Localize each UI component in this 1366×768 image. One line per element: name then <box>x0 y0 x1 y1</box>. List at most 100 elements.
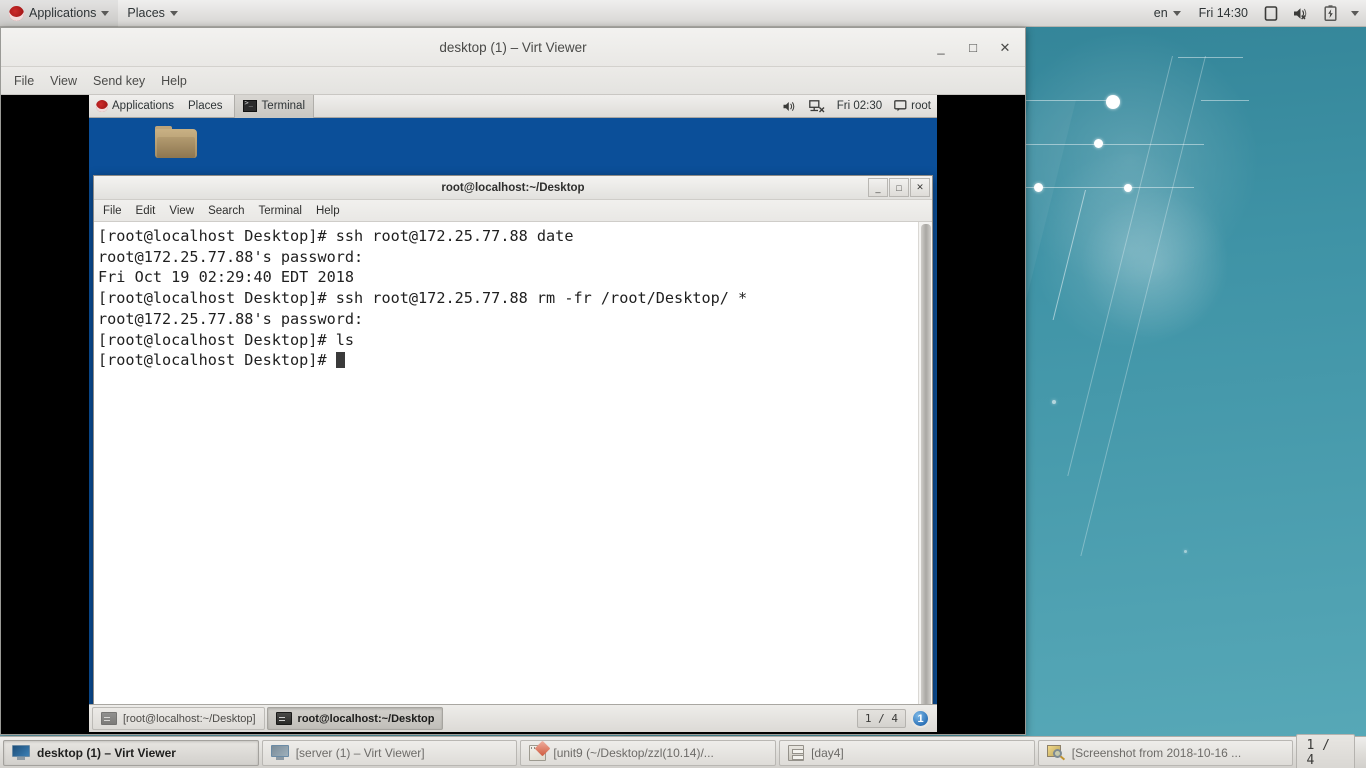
wallpaper-node-2 <box>1094 139 1103 148</box>
terminal-line: root@172.25.77.88's password: <box>98 309 364 328</box>
menu-file[interactable]: File <box>6 71 42 91</box>
host-panel-tray: en Fri 14:30 <box>1145 0 1366 27</box>
guest-task-1[interactable]: root@localhost:~/Desktop <box>266 707 444 730</box>
archive-icon <box>788 744 805 761</box>
guest-places-menu[interactable]: Places <box>181 95 230 118</box>
applications-menu[interactable]: Applications <box>0 0 119 27</box>
menu-view[interactable]: View <box>42 71 85 91</box>
places-menu[interactable]: Places <box>118 0 187 27</box>
menu-send-key[interactable]: Send key <box>85 71 153 91</box>
guest-notification-badge[interactable]: 1 <box>911 709 930 728</box>
virt-viewer-menubar: File View Send key Help <box>1 67 1025 95</box>
terminal-icon <box>101 712 117 725</box>
maximize-button[interactable]: □ <box>959 34 987 62</box>
chevron-down-icon <box>169 10 178 16</box>
chevron-down-icon <box>1172 10 1181 16</box>
host-taskbar: desktop (1) – Virt Viewer [server (1) – … <box>0 733 1366 768</box>
minimize-button[interactable]: _ <box>927 34 955 62</box>
terminal-line: [root@localhost Desktop]# ls <box>98 330 355 349</box>
guest-panel-tray: Fri 02:30 root <box>776 95 937 118</box>
guest-top-panel: Applications Places Terminal <box>89 95 937 118</box>
terminal-menu-terminal[interactable]: Terminal <box>252 203 309 219</box>
terminal-title: root@localhost:~/Desktop <box>441 181 585 194</box>
guest-clock[interactable]: Fri 02:30 <box>831 95 888 118</box>
host-workspace-indicator[interactable]: 1 / 4 <box>1296 733 1356 768</box>
terminal-menu-search[interactable]: Search <box>201 203 251 219</box>
terminal-window-controls: _ □ ✕ <box>868 178 930 197</box>
terminal-scrollbar-thumb[interactable] <box>921 224 931 726</box>
virt-viewer-title: desktop (1) – Virt Viewer <box>439 39 587 55</box>
monitor-icon <box>12 745 30 760</box>
terminal-menu-help[interactable]: Help <box>309 203 347 219</box>
battery-charging-icon[interactable] <box>1317 0 1344 27</box>
host-task-server-virt-viewer[interactable]: [server (1) – Virt Viewer] <box>261 739 518 766</box>
terminal-maximize-button[interactable]: □ <box>889 178 909 197</box>
display-icon[interactable] <box>1257 0 1285 27</box>
network-disconnected-icon[interactable] <box>803 95 831 118</box>
guest-task-label: root@localhost:~/Desktop <box>297 712 435 725</box>
terminal-line: [root@localhost Desktop]# <box>98 350 918 371</box>
terminal-icon <box>242 99 257 112</box>
guest-workspace-indicator[interactable]: 1 / 4 <box>856 709 906 728</box>
red-hat-logo-icon <box>9 5 24 21</box>
notepad-icon <box>529 744 547 761</box>
wallpaper-node-1 <box>1106 95 1120 109</box>
host-task-unit9-document[interactable]: [unit9 (~/Desktop/zzl(10.14)/... <box>520 739 777 766</box>
keyboard-layout-indicator[interactable]: en <box>1145 0 1190 27</box>
guest-desktop-area[interactable]: root@localhost:~/Desktop _ □ ✕ File Edit… <box>89 118 937 727</box>
guest-applications-menu[interactable]: Applications <box>89 95 181 118</box>
terminal-minimize-button[interactable]: _ <box>868 178 888 197</box>
screen: Applications Places en Fri 14:30 desktop… <box>0 0 1366 768</box>
guest-taskbar: [root@localhost:~/Desktop] root@localhos… <box>89 704 937 732</box>
wallpaper-node-4 <box>1124 184 1132 192</box>
host-top-panel: Applications Places en Fri 14:30 <box>0 0 1366 27</box>
host-taskbar-right: 1 / 4 <box>1296 733 1363 768</box>
terminal-menu-file[interactable]: File <box>96 203 129 219</box>
guest-taskbar-right: 1 / 4 1 <box>856 709 934 728</box>
close-button[interactable]: ✕ <box>991 34 1019 62</box>
applications-menu-label: Applications <box>29 6 97 20</box>
virt-viewer-window[interactable]: desktop (1) – Virt Viewer _ □ ✕ File Vie… <box>0 27 1026 735</box>
places-menu-label: Places <box>127 6 165 20</box>
terminal-menubar: File Edit View Search Terminal Help <box>94 200 932 222</box>
guest-active-window-button[interactable]: Terminal <box>233 95 315 118</box>
keyboard-layout-label: en <box>1153 6 1168 20</box>
terminal-menu-view[interactable]: View <box>162 203 201 219</box>
terminal-window[interactable]: root@localhost:~/Desktop _ □ ✕ File Edit… <box>93 175 933 727</box>
virt-viewer-titlebar[interactable]: desktop (1) – Virt Viewer _ □ ✕ <box>1 28 1025 67</box>
terminal-scrollbar[interactable] <box>918 222 932 726</box>
guest-places-label: Places <box>188 100 223 112</box>
terminal-output[interactable]: [root@localhost Desktop]# ssh root@172.2… <box>94 222 918 726</box>
terminal-close-button[interactable]: ✕ <box>910 178 930 197</box>
host-task-label: [Screenshot from 2018-10-16 ... <box>1071 745 1242 760</box>
terminal-body[interactable]: [root@localhost Desktop]# ssh root@172.2… <box>94 222 932 726</box>
clock[interactable]: Fri 14:30 <box>1190 0 1257 27</box>
terminal-line: [root@localhost Desktop]# ssh root@172.2… <box>98 227 574 245</box>
guest-user-menu[interactable]: root <box>888 95 937 118</box>
chat-icon <box>894 100 907 112</box>
terminal-line: Fri Oct 19 02:29:40 EDT 2018 <box>98 268 355 287</box>
screenshot-icon <box>1046 744 1065 761</box>
chevron-down-icon[interactable] <box>1344 0 1366 27</box>
volume-icon[interactable] <box>776 95 803 118</box>
guest-user-label: root <box>911 100 931 112</box>
desktop-folder-item[interactable] <box>144 126 208 158</box>
guest-task-0[interactable]: [root@localhost:~/Desktop] <box>92 707 265 730</box>
guest-applications-label: Applications <box>112 100 175 112</box>
menu-help[interactable]: Help <box>153 71 195 91</box>
host-task-day4-archive[interactable]: [day4] <box>779 739 1035 766</box>
terminal-titlebar[interactable]: root@localhost:~/Desktop _ □ ✕ <box>94 176 932 200</box>
host-task-label: desktop (1) – Virt Viewer <box>37 745 176 760</box>
host-task-desktop-virt-viewer[interactable]: desktop (1) – Virt Viewer <box>3 739 259 766</box>
guest-desktop[interactable]: Applications Places Terminal <box>89 95 937 732</box>
host-task-screenshot-viewer[interactable]: [Screenshot from 2018-10-16 ... <box>1037 739 1294 766</box>
terminal-icon <box>275 712 292 725</box>
virt-viewer-guest-canvas[interactable]: Applications Places Terminal <box>1 95 1025 734</box>
folder-icon <box>155 126 197 158</box>
host-task-label: [server (1) – Virt Viewer] <box>295 745 425 760</box>
volume-muted-icon[interactable] <box>1285 0 1317 27</box>
red-hat-logo-icon <box>96 100 108 112</box>
terminal-menu-edit[interactable]: Edit <box>129 203 163 219</box>
guest-active-window-label: Terminal <box>261 100 306 112</box>
terminal-cursor <box>335 352 345 369</box>
